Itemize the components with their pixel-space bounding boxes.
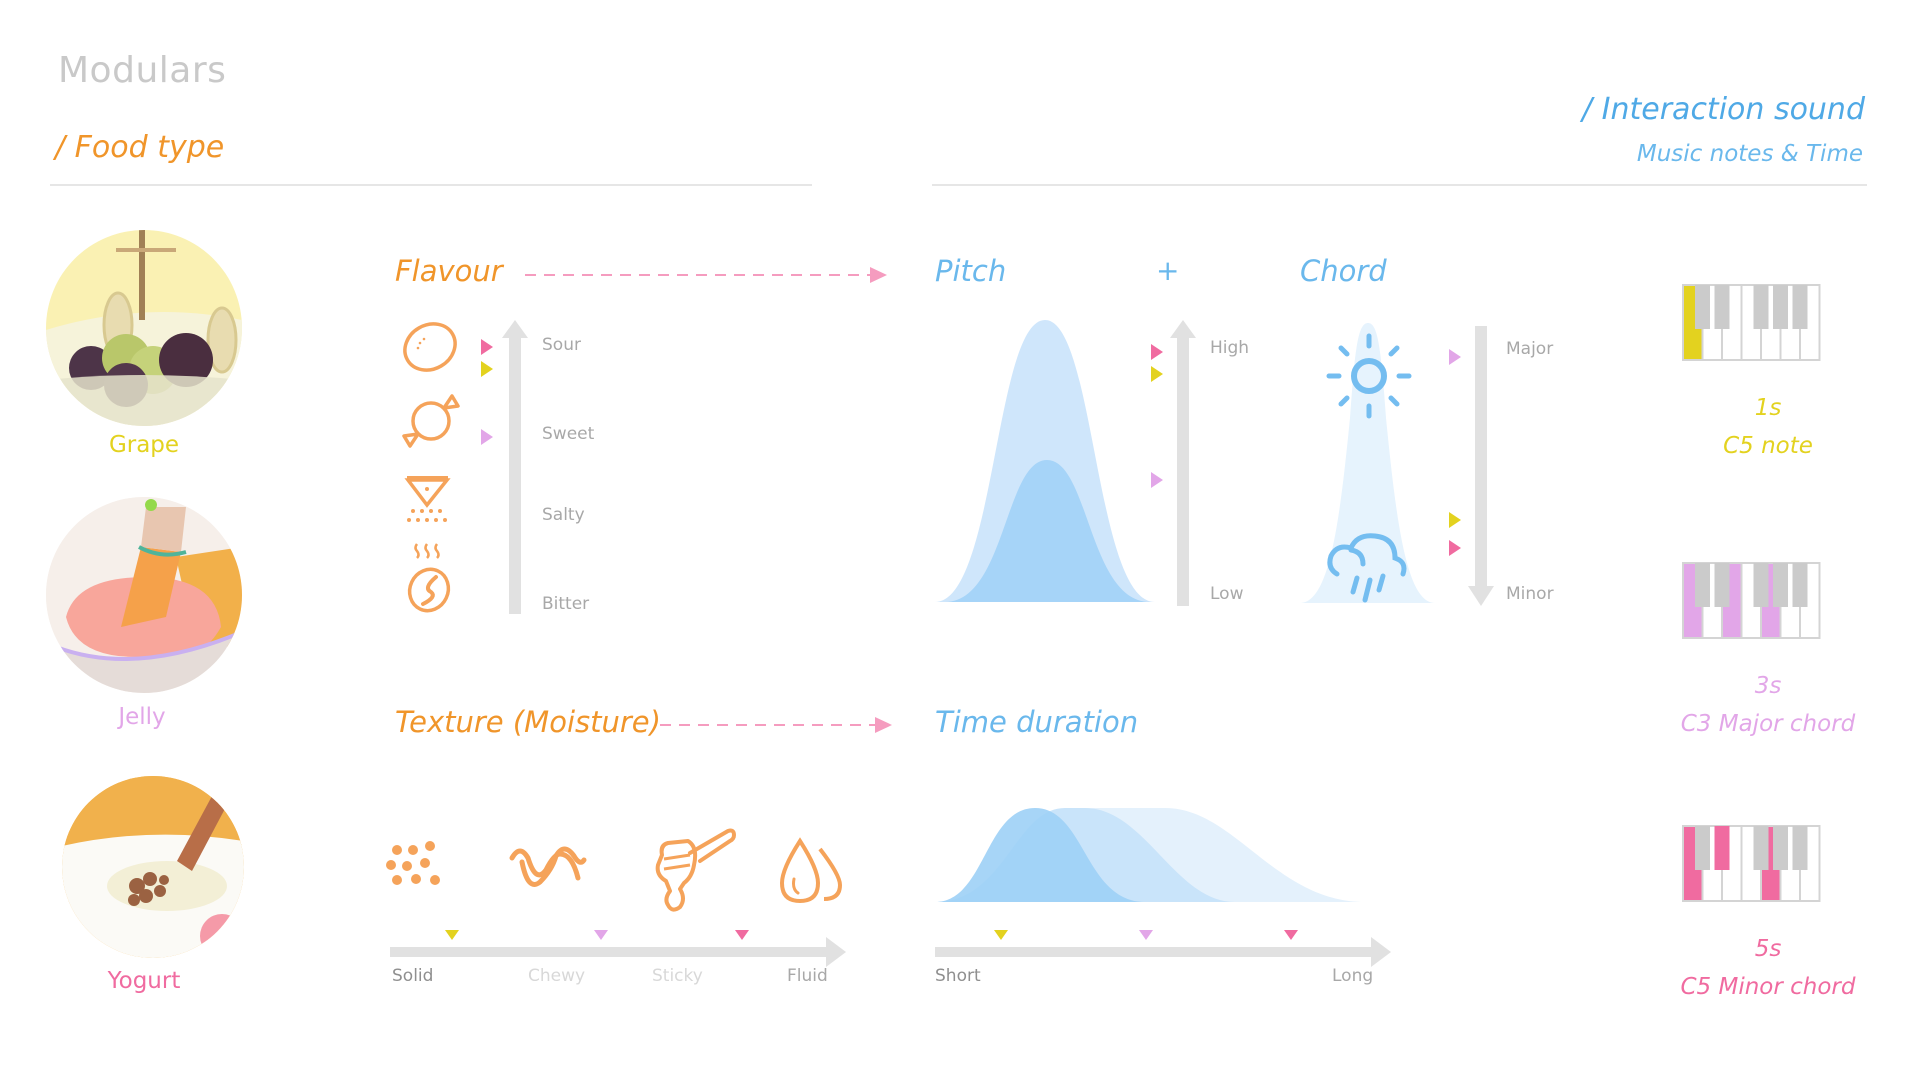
marker-grape (1449, 512, 1461, 529)
black-key (1753, 826, 1769, 870)
granules-icon (386, 841, 440, 885)
marker-yogurt (1151, 343, 1163, 360)
food-label-grape: Grape (108, 432, 180, 458)
black-key (1753, 285, 1769, 329)
water-drops-icon (779, 837, 843, 904)
piano-keyboard-icon (1682, 562, 1821, 639)
black-key (1773, 563, 1788, 607)
lemon-icon (403, 322, 457, 372)
marker-grape (481, 361, 493, 378)
candy-icon (402, 394, 460, 448)
food-label-yogurt: Yogurt (107, 968, 181, 994)
food-label-jelly: Jelly (118, 704, 166, 730)
sound-note: C5 note (1723, 433, 1813, 459)
black-key (1714, 285, 1730, 329)
sound-duration: 3s (1754, 673, 1782, 699)
plus-sign: + (1156, 254, 1180, 287)
chord-label-minor: Minor (1506, 584, 1554, 604)
pitch-label-high: High (1210, 338, 1250, 358)
marker-yogurt (481, 338, 493, 355)
chord-title: Chord (1300, 254, 1387, 288)
piano-keyboard-icon (1682, 284, 1821, 361)
interaction-sound-subtitle: Music notes & Time (1636, 141, 1863, 167)
pitch-curves (935, 320, 1155, 602)
sun-icon (1326, 333, 1412, 419)
yogurt-photo (62, 776, 244, 958)
marker-yogurt (1284, 930, 1299, 940)
marker-yogurt (735, 930, 749, 940)
honey-dipper-icon (655, 828, 737, 912)
black-key (1695, 285, 1710, 329)
texture-label-fluid: Fluid (787, 966, 828, 986)
rain-cloud-icon (1327, 533, 1407, 603)
marker-jelly (1151, 471, 1163, 488)
flavour-label-bitter: Bitter (542, 594, 590, 614)
flavour-axis (502, 320, 528, 614)
chord-axis (1468, 326, 1494, 606)
grape-photo (46, 230, 242, 426)
flavour-title: Flavour (395, 254, 503, 288)
coffee-bean-icon (407, 543, 451, 613)
piano-keyboard-icon (1682, 825, 1821, 902)
interaction-sound-heading: / Interaction sound (1582, 92, 1865, 127)
sound-note: C3 Major chord (1680, 711, 1856, 737)
marker-yogurt (1449, 539, 1461, 556)
time-label-long: Long (1332, 966, 1374, 986)
sound-duration: 1s (1754, 395, 1782, 421)
flavour-label-sweet: Sweet (542, 424, 595, 444)
marker-jelly (1449, 349, 1461, 366)
black-key (1695, 563, 1710, 607)
salt-icon (404, 476, 451, 522)
noodle-icon (509, 846, 587, 887)
flavour-label-salty: Salty (542, 505, 585, 525)
page-title: Modulars (58, 50, 227, 91)
black-key (1792, 563, 1808, 607)
flavour-to-pitch-arrow (525, 267, 887, 283)
time-duration-curves (935, 808, 1365, 902)
black-key (1792, 826, 1808, 870)
sound-note: C5 Minor chord (1680, 974, 1856, 1000)
black-key (1714, 563, 1730, 607)
black-key (1792, 285, 1808, 329)
texture-axis (390, 937, 846, 967)
time-label-short: Short (935, 966, 981, 986)
texture-label-solid: Solid (392, 966, 434, 986)
marker-grape (444, 930, 459, 940)
chord-label-major: Major (1506, 339, 1554, 359)
food-type-divider (50, 184, 812, 186)
sound-duration: 5s (1754, 936, 1782, 962)
black-key (1695, 826, 1710, 870)
black-key (1714, 826, 1730, 870)
food-type-heading: / Food type (55, 130, 225, 165)
time-duration-title: Time duration (935, 705, 1139, 739)
black-key (1773, 285, 1788, 329)
texture-label-chewy: Chewy (528, 966, 586, 986)
marker-jelly (481, 429, 493, 446)
black-key (1753, 563, 1769, 607)
texture-label-sticky: Sticky (652, 966, 703, 986)
marker-grape (1151, 365, 1163, 382)
interaction-sound-divider (932, 184, 1867, 186)
flavour-label-sour: Sour (542, 335, 581, 355)
marker-jelly (594, 930, 609, 940)
jelly-photo (46, 497, 242, 693)
pitch-title: Pitch (935, 254, 1007, 288)
pitch-axis (1170, 320, 1196, 606)
texture-title: Texture (Moisture) (395, 705, 661, 739)
marker-jelly (1139, 930, 1154, 940)
texture-to-time-arrow (660, 717, 892, 733)
black-key (1773, 826, 1788, 870)
marker-grape (994, 930, 1008, 940)
pitch-label-low: Low (1210, 584, 1244, 604)
